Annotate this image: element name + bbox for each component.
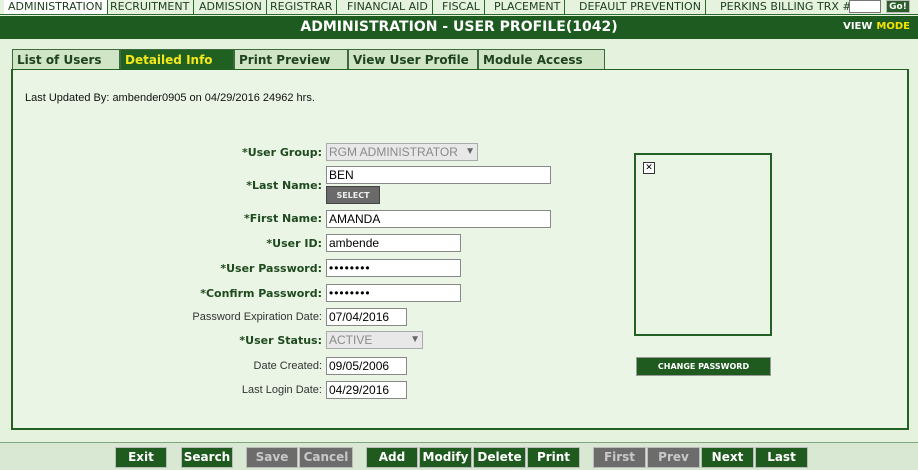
print-button[interactable]: Print — [527, 447, 580, 468]
last-name-input[interactable]: BEN — [326, 166, 551, 184]
last-login-input[interactable]: 04/29/2016 — [326, 381, 407, 399]
change-password-button[interactable]: CHANGE PASSWORD — [636, 357, 771, 376]
menu-financial-aid[interactable]: FINANCIAL AID — [343, 0, 433, 14]
tab-print-preview[interactable]: Print Preview — [234, 49, 348, 70]
next-button[interactable]: Next — [701, 447, 754, 468]
user-password-label: *User Password: — [220, 262, 322, 275]
user-id-label: *User ID: — [266, 237, 322, 250]
user-group-select[interactable]: RGM ADMINISTRATOR ▼ — [326, 143, 478, 161]
trx-input[interactable] — [849, 0, 881, 13]
first-name-input[interactable]: AMANDA — [326, 210, 551, 228]
modify-button[interactable]: Modify — [419, 447, 472, 468]
add-button[interactable]: Add — [366, 447, 418, 468]
menu-administration[interactable]: ADMINISTRATION — [4, 0, 108, 14]
menu-fiscal[interactable]: FISCAL — [438, 0, 485, 14]
first-button[interactable]: First — [593, 447, 646, 468]
exit-button[interactable]: Exit — [115, 447, 167, 468]
menu-recruitment[interactable]: RECRUITMENT — [106, 0, 195, 14]
go-button[interactable]: Go! — [886, 0, 910, 13]
search-button[interactable]: Search — [181, 447, 233, 468]
prev-button[interactable]: Prev — [647, 447, 700, 468]
confirm-password-label: *Confirm Password: — [200, 287, 322, 300]
last-button[interactable]: Last — [755, 447, 808, 468]
tab-detailed-info[interactable]: Detailed Info — [120, 49, 234, 70]
user-group-value: RGM ADMINISTRATOR — [329, 145, 458, 159]
user-status-value: ACTIVE — [329, 333, 373, 347]
title-bar: ADMINISTRATION - USER PROFILE(1042) VIEW… — [0, 16, 918, 39]
user-status-label: *User Status: — [239, 334, 322, 347]
chevron-down-icon: ▼ — [410, 334, 420, 345]
menu-admission[interactable]: ADMISSION — [195, 0, 267, 14]
date-created-input[interactable]: 09/05/2006 — [326, 357, 407, 375]
cancel-button[interactable]: Cancel — [299, 447, 353, 468]
view-label[interactable]: VIEW — [843, 21, 872, 32]
password-expiration-label: Password Expiration Date: — [192, 311, 322, 323]
save-button[interactable]: Save — [246, 447, 298, 468]
page-title: ADMINISTRATION - USER PROFILE(1042) — [300, 19, 618, 35]
broken-image-icon: ✕ — [643, 162, 655, 174]
menu-perkins-billing[interactable]: PERKINS BILLING — [716, 0, 817, 14]
tab-list-of-users[interactable]: List of Users — [12, 49, 120, 70]
last-updated-text: Last Updated By: ambender0905 on 04/29/2… — [25, 92, 315, 104]
confirm-password-input[interactable]: •••••••• — [326, 284, 461, 302]
menu-default-prevention[interactable]: DEFAULT PREVENTION — [575, 0, 706, 14]
mode-label[interactable]: MODE — [876, 21, 910, 32]
last-login-label: Last Login Date: — [241, 384, 322, 396]
user-id-input[interactable]: ambende — [326, 234, 461, 252]
user-photo-frame: ✕ — [634, 153, 772, 336]
select-button[interactable]: SELECT — [326, 186, 380, 204]
tab-module-access[interactable]: Module Access — [478, 49, 605, 70]
user-group-label: *User Group: — [241, 146, 322, 159]
last-name-label: *Last Name: — [246, 179, 322, 192]
user-status-select[interactable]: ACTIVE ▼ — [326, 331, 423, 349]
delete-button[interactable]: Delete — [473, 447, 526, 468]
menu-placement[interactable]: PLACEMENT — [490, 0, 566, 14]
menu-registrar[interactable]: REGISTRAR — [266, 0, 338, 14]
password-expiration-input[interactable]: 07/04/2016 — [326, 308, 407, 326]
date-created-label: Date Created: — [253, 360, 322, 372]
first-name-label: *First Name: — [243, 212, 322, 225]
user-password-input[interactable]: •••••••• — [326, 259, 461, 277]
chevron-down-icon: ▼ — [465, 146, 475, 157]
tab-view-user-profile[interactable]: View User Profile — [348, 49, 478, 70]
view-mode-indicator: VIEW MODE — [843, 21, 910, 32]
top-menu: ADMINISTRATION RECRUITMENT ADMISSION REG… — [0, 0, 918, 15]
